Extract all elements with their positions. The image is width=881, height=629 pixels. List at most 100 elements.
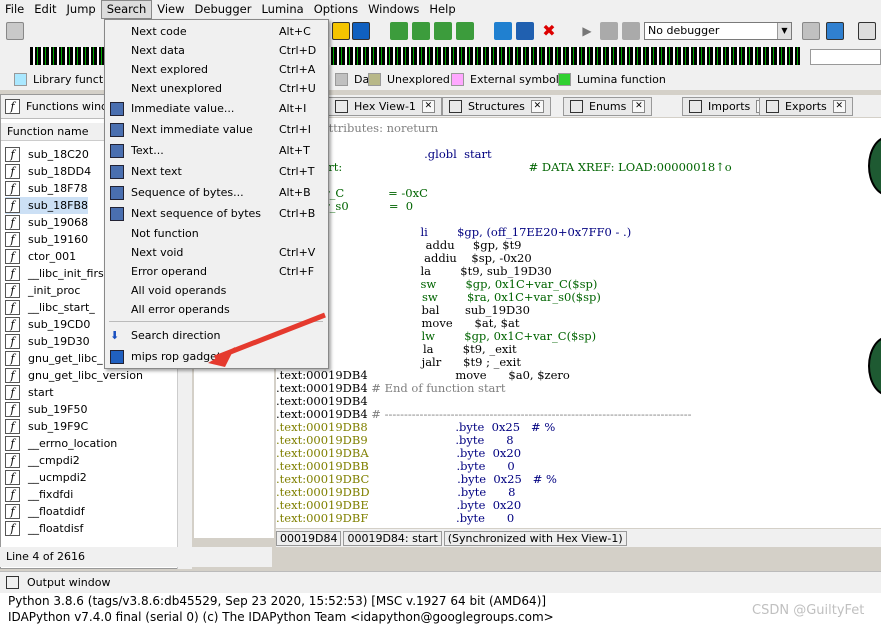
close-icon[interactable]: ✖ <box>540 22 558 40</box>
tab-label: Enums <box>589 100 627 113</box>
save-icon[interactable] <box>6 22 24 40</box>
function-name: __libc_init_first <box>28 267 109 280</box>
stop-icon[interactable] <box>622 22 640 40</box>
function-row[interactable]: f _init_proc <box>5 282 80 299</box>
function-row[interactable]: f sub_19160 <box>5 231 88 248</box>
menu-item-label: Next unexplored <box>131 82 222 95</box>
binoculars-icon <box>110 101 124 116</box>
menu-item-next-sequence-of-bytes[interactable]: Next sequence of bytes Ctrl+B <box>105 203 328 224</box>
menu-edit[interactable]: Edit <box>29 0 61 19</box>
create-data-icon[interactable] <box>412 22 430 40</box>
disasm-address: .text:00019DB4 <box>276 407 368 421</box>
menu-item-next-data[interactable]: Next data Ctrl+D <box>105 41 328 60</box>
function-row[interactable]: f sub_19D30 <box>5 333 90 350</box>
menu-view[interactable]: View <box>152 0 189 19</box>
function-row[interactable]: f sub_19068 <box>5 214 88 231</box>
function-name: __floatdidf <box>28 505 85 518</box>
menu-item-next-unexplored[interactable]: Next unexplored Ctrl+U <box>105 79 328 98</box>
function-row[interactable]: f sub_18C20 <box>5 146 89 163</box>
function-row[interactable]: f __ucmpdi2 <box>5 469 87 486</box>
function-name: __cmpdi2 <box>28 454 80 467</box>
function-icon: f <box>5 487 20 502</box>
function-name: __libc_start_ <box>28 301 95 314</box>
function-row[interactable]: f gnu_get_libc_ <box>5 350 103 367</box>
window-icon[interactable] <box>858 22 876 40</box>
debug-options-icon[interactable] <box>802 22 820 40</box>
create-string-icon[interactable] <box>434 22 452 40</box>
function-row[interactable]: f sub_19F9C <box>5 418 88 435</box>
menu-options[interactable]: Options <box>309 0 363 19</box>
disasm-address: .text:00019DB9 <box>276 433 368 447</box>
function-row[interactable]: f sub_18F78 <box>5 180 88 197</box>
menu-item-next-text[interactable]: Next text Ctrl+T <box>105 161 328 182</box>
tab-label: Exports <box>785 100 827 113</box>
menu-item-all-void-operands[interactable]: All void operands <box>105 281 328 300</box>
menu-help[interactable]: Help <box>424 0 460 19</box>
menu-search[interactable]: Search <box>100 0 153 19</box>
disasm-line[interactable]: 9D84 start: # DATA XREF: LOAD:00000018↑o <box>276 161 732 174</box>
function-row[interactable]: f __floatdidf <box>5 503 85 520</box>
function-row[interactable]: f __floatdisf <box>5 520 83 537</box>
function-name: sub_18FB8 <box>28 199 89 212</box>
menu-jump[interactable]: Jump <box>62 0 101 19</box>
close-icon[interactable]: ✕ <box>632 100 646 113</box>
tab-exports[interactable]: Exports ✕ <box>759 97 853 116</box>
disassembly-view[interactable]: 9D84# Attributes: noreturn9D849D84 .glob… <box>276 118 881 528</box>
function-row[interactable]: f sub_18FB8 <box>5 197 89 214</box>
pause-icon[interactable] <box>600 22 618 40</box>
menu-debugger[interactable]: Debugger <box>190 0 257 19</box>
menu-item-immediate-value[interactable]: Immediate value... Alt+I <box>105 98 328 119</box>
function-row[interactable]: f ctor_001 <box>5 248 76 265</box>
enums-icon <box>570 100 583 113</box>
debugger-select[interactable]: No debugger ▼ <box>644 22 792 40</box>
function-row[interactable]: f gnu_get_libc_version <box>5 367 143 384</box>
function-name: __floatdisf <box>28 522 84 535</box>
disasm-text: sw $gp, 0x1C+var_C($sp) <box>307 277 598 291</box>
function-row[interactable]: f __errno_location <box>5 435 117 452</box>
function-row[interactable]: f __libc_start_ <box>5 299 95 316</box>
attach-icon[interactable] <box>826 22 844 40</box>
function-row[interactable]: f __fixdfdi <box>5 486 73 503</box>
disasm-text: addiu $sp, -0x20 <box>307 251 532 265</box>
function-row[interactable]: f sub_19CD0 <box>5 316 90 333</box>
function-icon: f <box>5 436 20 451</box>
menu-windows[interactable]: Windows <box>363 0 424 19</box>
plugin-icon <box>110 349 124 364</box>
menu-item-sequence-of-bytes[interactable]: Sequence of bytes... Alt+B <box>105 182 328 203</box>
menu-item-text[interactable]: Text... Alt+T <box>105 140 328 161</box>
function-row[interactable]: f __libc_init_first <box>5 265 108 282</box>
function-icon: f <box>5 266 20 281</box>
play-icon[interactable]: ▶ <box>578 22 596 40</box>
disasm-line[interactable]: .text:00019DBF .byte 0 <box>276 512 514 525</box>
function-row[interactable]: f __cmpdi2 <box>5 452 80 469</box>
menu-file[interactable]: File <box>0 0 29 19</box>
function-row[interactable]: f sub_19F50 <box>5 401 88 418</box>
menu-item-next-code[interactable]: Next code Alt+C <box>105 22 328 41</box>
panel-icon[interactable] <box>352 22 370 40</box>
warning-icon[interactable] <box>332 22 350 40</box>
close-icon[interactable]: ✕ <box>530 100 544 113</box>
function-name: gnu_get_libc_version <box>28 369 143 382</box>
star-icon[interactable] <box>494 22 512 40</box>
nav-input[interactable] <box>810 49 881 65</box>
close-icon[interactable]: ✕ <box>832 100 846 113</box>
tab-structures[interactable]: Structures ✕ <box>442 97 551 116</box>
function-icon: f <box>5 198 20 213</box>
menu-item-shortcut: Alt+C <box>279 25 311 38</box>
menu-item-next-immediate-value[interactable]: Next immediate value Ctrl+I <box>105 119 328 140</box>
add-icon[interactable] <box>456 22 474 40</box>
disasm-text: start: # DATA XREF: LOAD:00000018↑o <box>307 160 732 174</box>
tab-hex-view-1[interactable]: Hex View-1 ✕ <box>328 97 442 116</box>
menu-item-not-function[interactable]: Not function <box>105 224 328 243</box>
edit-icon[interactable] <box>516 22 534 40</box>
tab-enums[interactable]: Enums ✕ <box>563 97 653 116</box>
chevron-down-icon[interactable]: ▼ <box>777 23 791 39</box>
create-code-icon[interactable] <box>390 22 408 40</box>
menu-item-error-operand[interactable]: Error operand Ctrl+F <box>105 262 328 281</box>
menu-item-next-explored[interactable]: Next explored Ctrl+A <box>105 60 328 79</box>
close-icon[interactable]: ✕ <box>421 100 435 113</box>
function-row[interactable]: f start <box>5 384 54 401</box>
menu-item-next-void[interactable]: Next void Ctrl+V <box>105 243 328 262</box>
menu-lumina[interactable]: Lumina <box>256 0 308 19</box>
function-row[interactable]: f sub_18DD4 <box>5 163 91 180</box>
